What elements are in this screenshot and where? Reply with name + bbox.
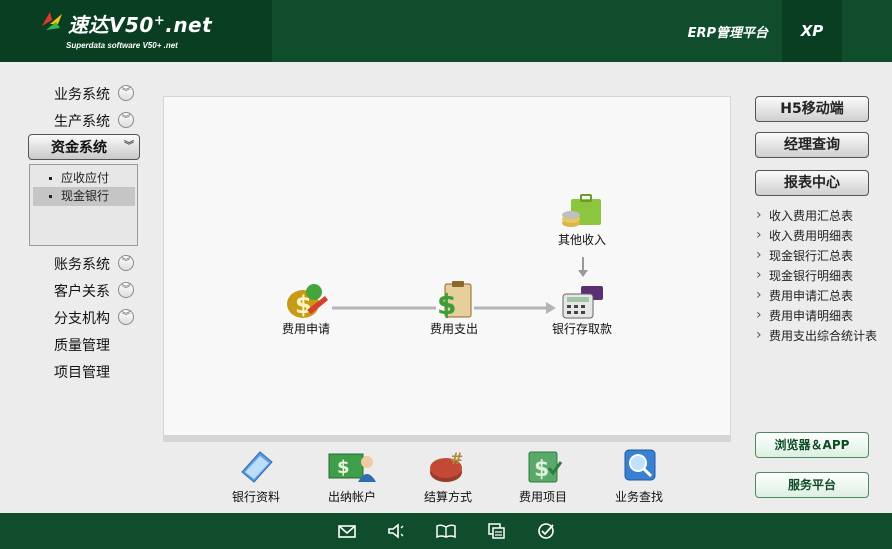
book-icon[interactable] [436,521,456,541]
tool-label: 业务查找 [614,490,663,504]
flow-node-label: 其他收入 [557,233,606,247]
logo-subtitle: Superdata software V50+ .net [66,41,178,50]
tool-cashier-account[interactable]: $ 出纳帐户 [317,448,387,505]
expense-item-icon: $ [528,451,563,483]
sidebar-item-label: 生产系统 [54,114,110,130]
chevron-down-icon[interactable]: ︾ [118,309,134,325]
flow-node-expense-apply[interactable]: $ 费用申请 [276,280,336,337]
tool-label: 费用项目 [518,490,567,504]
sidebar-item-label: 项目管理 [54,365,110,381]
check-icon[interactable] [536,521,556,541]
settlement-icon: # [430,449,463,482]
search-icon [624,449,656,481]
report-link[interactable]: 费用申请汇总表 [755,285,890,306]
sidebar: 业务系统 ︾ 生产系统 ︾ 资金系统 ︾ 应收应付 现金银行 账务系统 ︾ 客户… [0,62,150,513]
calculator-icon [562,286,603,319]
flow-node-label: 费用支出 [429,322,478,336]
flow-canvas: $ 费用申请 $ 费用支出 银行存取款 其他收入 [163,96,731,436]
service-platform-button[interactable]: 服务平台 [755,472,869,498]
cash-account-icon: $ [328,453,376,482]
clipboard-money-icon: $ [437,281,472,320]
tool-label: 结算方式 [423,490,472,504]
chevron-down-icon[interactable]: ︾ [121,140,137,156]
flow-connectors [332,257,588,314]
funds-submenu: 应收应付 现金银行 [29,164,138,246]
report-link[interactable]: 现金银行明细表 [755,265,890,286]
money-bag-icon: $ [287,284,328,319]
h5-mobile-button[interactable]: H5移动端 [755,96,869,122]
sidebar-item-label: 业务系统 [54,87,110,103]
sidebar-item-quality[interactable]: 质量管理 [28,333,140,357]
logo-title: 速达V50+.net [68,13,213,37]
svg-text:$: $ [437,288,456,320]
report-link[interactable]: 现金银行汇总表 [755,245,890,266]
speaker-icon[interactable] [386,521,406,541]
report-link[interactable]: 收入费用明细表 [755,225,890,246]
sidebar-item-label: 资金系统 [51,140,107,156]
chevron-down-icon[interactable]: ︾ [118,112,134,128]
coins-briefcase-icon [562,194,601,227]
tool-label: 出纳帐户 [327,490,376,504]
platform-title: ERP管理平台 [687,26,768,41]
sidebar-item-label: 账务系统 [54,257,110,273]
sidebar-item-business[interactable]: 业务系统 ︾ [28,82,140,106]
chevron-down-icon[interactable]: ︾ [118,255,134,271]
flow-node-other-income[interactable]: 其他收入 [552,193,612,248]
manager-query-button[interactable]: 经理查询 [755,132,869,158]
tools-bar: 银行资料 $ 出纳帐户 # 结算方式 $ 费用项目 业务查找 [163,442,731,512]
flow-node-label: 费用申请 [281,322,330,336]
tool-expense-item[interactable]: $ 费用项目 [508,448,578,505]
submenu-item-receivable[interactable]: 应收应付 [33,169,135,188]
chevron-down-icon[interactable]: ︾ [118,85,134,101]
svg-text:$: $ [534,457,549,482]
tool-label: 银行资料 [231,490,280,504]
report-link[interactable]: 费用申请明细表 [755,305,890,326]
browser-app-button[interactable]: 浏览器＆APP [755,432,869,458]
xp-button[interactable]: XP [782,0,842,62]
report-link[interactable]: 费用支出综合统计表 [755,325,890,346]
sidebar-item-accounting[interactable]: 账务系统 ︾ [28,252,140,276]
sidebar-item-projects[interactable]: 项目管理 [28,360,140,384]
sidebar-item-label: 分支机构 [54,311,110,327]
flow-node-expense-pay[interactable]: $ 费用支出 [424,280,484,337]
svg-text:$: $ [337,457,350,478]
sidebar-item-funds[interactable]: 资金系统 ︾ [28,134,140,160]
sidebar-item-branches[interactable]: 分支机构 ︾ [28,306,140,330]
tool-settlement[interactable]: # 结算方式 [413,448,483,505]
report-center-button[interactable]: 报表中心 [755,170,869,196]
app-header: 速达V50+.net Superdata software V50+ .net … [0,0,892,62]
sidebar-item-label: 客户关系 [54,284,110,300]
sidebar-item-production[interactable]: 生产系统 ︾ [28,109,140,133]
flow-node-label: 银行存取款 [551,322,612,336]
logo-mark-icon [42,12,62,30]
document-icon [241,451,273,483]
report-link[interactable]: 收入费用汇总表 [755,205,890,226]
svg-text:#: # [450,449,463,468]
flow-node-bank-deposit[interactable]: 银行存取款 [550,280,614,337]
mail-icon[interactable] [337,521,357,541]
chevron-down-icon[interactable]: ︾ [118,282,134,298]
windows-icon[interactable] [486,521,506,541]
tool-business-search[interactable]: 业务查找 [604,448,674,505]
sidebar-item-label: 质量管理 [54,338,110,354]
report-list: 收入费用汇总表 收入费用明细表 现金银行汇总表 现金银行明细表 费用申请汇总表 … [755,205,890,346]
app-footer [0,513,892,549]
sidebar-item-crm[interactable]: 客户关系 ︾ [28,279,140,303]
tool-bank-info[interactable]: 银行资料 [221,448,291,505]
logo: 速达V50+.net Superdata software V50+ .net [0,0,272,62]
submenu-item-cash-bank[interactable]: 现金银行 [33,187,135,206]
